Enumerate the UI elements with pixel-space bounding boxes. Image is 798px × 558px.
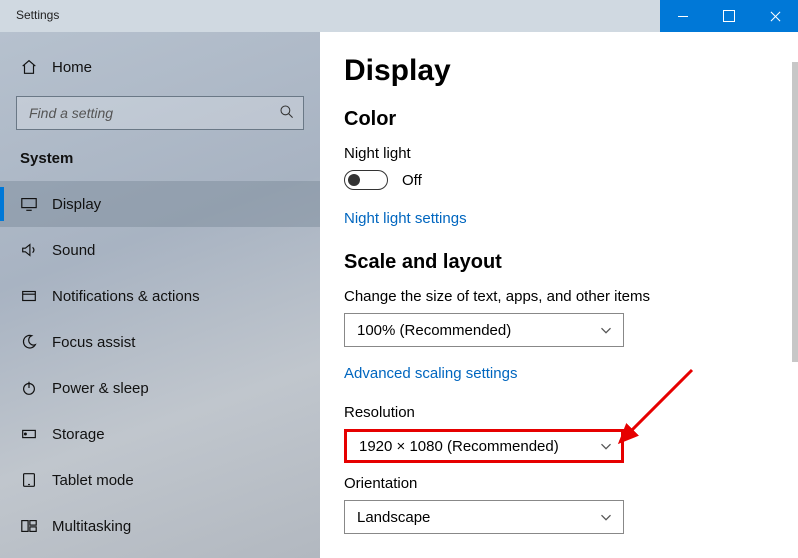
sidebar-item-label: Storage bbox=[52, 426, 105, 443]
power-icon bbox=[20, 379, 38, 397]
advanced-scaling-link[interactable]: Advanced scaling settings bbox=[344, 365, 517, 382]
chevron-down-icon bbox=[597, 437, 615, 455]
content-pane: Display Color Night light Off Night ligh… bbox=[320, 32, 798, 558]
notifications-icon bbox=[20, 287, 38, 305]
scrollbar[interactable] bbox=[792, 62, 798, 362]
resolution-select[interactable]: 1920 × 1080 (Recommended) bbox=[344, 429, 624, 463]
window-buttons bbox=[660, 0, 798, 32]
sidebar-item-notifications[interactable]: Notifications & actions bbox=[0, 273, 320, 319]
sidebar-item-focus-assist[interactable]: Focus assist bbox=[0, 319, 320, 365]
sidebar-item-label: Power & sleep bbox=[52, 380, 149, 397]
app-body: Home System Display Sound Notifications … bbox=[0, 32, 798, 558]
display-icon bbox=[20, 195, 38, 213]
resolution-value: 1920 × 1080 (Recommended) bbox=[359, 438, 559, 455]
orientation-select[interactable]: Landscape bbox=[344, 500, 624, 534]
section-color: Color bbox=[344, 108, 798, 131]
search-icon bbox=[279, 104, 295, 120]
orientation-value: Landscape bbox=[357, 509, 430, 526]
tablet-icon bbox=[20, 471, 38, 489]
orientation-label: Orientation bbox=[344, 475, 798, 492]
home-icon bbox=[20, 58, 38, 76]
multitasking-icon bbox=[20, 517, 38, 535]
sidebar-item-label: Multitasking bbox=[52, 518, 131, 535]
sidebar-item-sound[interactable]: Sound bbox=[0, 227, 320, 273]
search-input[interactable] bbox=[16, 96, 304, 130]
sidebar-item-label: Display bbox=[52, 196, 101, 213]
title-bar: Settings bbox=[0, 0, 798, 32]
sidebar-item-label: Sound bbox=[52, 242, 95, 259]
sound-icon bbox=[20, 241, 38, 259]
night-light-label: Night light bbox=[344, 145, 798, 162]
sidebar-item-tablet-mode[interactable]: Tablet mode bbox=[0, 457, 320, 503]
storage-icon bbox=[20, 425, 38, 443]
sidebar-item-storage[interactable]: Storage bbox=[0, 411, 320, 457]
night-light-toggle[interactable] bbox=[344, 170, 388, 190]
minimize-button[interactable] bbox=[660, 0, 706, 32]
sidebar-item-label: Notifications & actions bbox=[52, 288, 200, 305]
sidebar-item-display[interactable]: Display bbox=[0, 181, 320, 227]
sidebar-item-label: Tablet mode bbox=[52, 472, 134, 489]
sidebar-item-multitasking[interactable]: Multitasking bbox=[0, 503, 320, 549]
chevron-down-icon bbox=[597, 321, 615, 339]
chevron-down-icon bbox=[597, 508, 615, 526]
close-button[interactable] bbox=[752, 0, 798, 32]
sidebar-item-label: Focus assist bbox=[52, 334, 135, 351]
moon-icon bbox=[20, 333, 38, 351]
scale-select[interactable]: 100% (Recommended) bbox=[344, 313, 624, 347]
night-light-state: Off bbox=[402, 172, 422, 189]
home-link[interactable]: Home bbox=[0, 50, 320, 92]
night-light-row: Off bbox=[344, 170, 798, 190]
sidebar: Home System Display Sound Notifications … bbox=[0, 32, 320, 558]
search-wrap bbox=[16, 96, 304, 130]
maximize-button[interactable] bbox=[706, 0, 752, 32]
section-scale: Scale and layout bbox=[344, 251, 798, 274]
resolution-label: Resolution bbox=[344, 404, 798, 421]
window-title: Settings bbox=[0, 0, 71, 32]
page-title: Display bbox=[344, 54, 798, 88]
scale-label: Change the size of text, apps, and other… bbox=[344, 288, 798, 305]
sidebar-item-power-sleep[interactable]: Power & sleep bbox=[0, 365, 320, 411]
night-light-settings-link[interactable]: Night light settings bbox=[344, 210, 467, 227]
home-label: Home bbox=[52, 59, 92, 76]
scale-value: 100% (Recommended) bbox=[357, 322, 511, 339]
sidebar-category: System bbox=[0, 144, 320, 181]
